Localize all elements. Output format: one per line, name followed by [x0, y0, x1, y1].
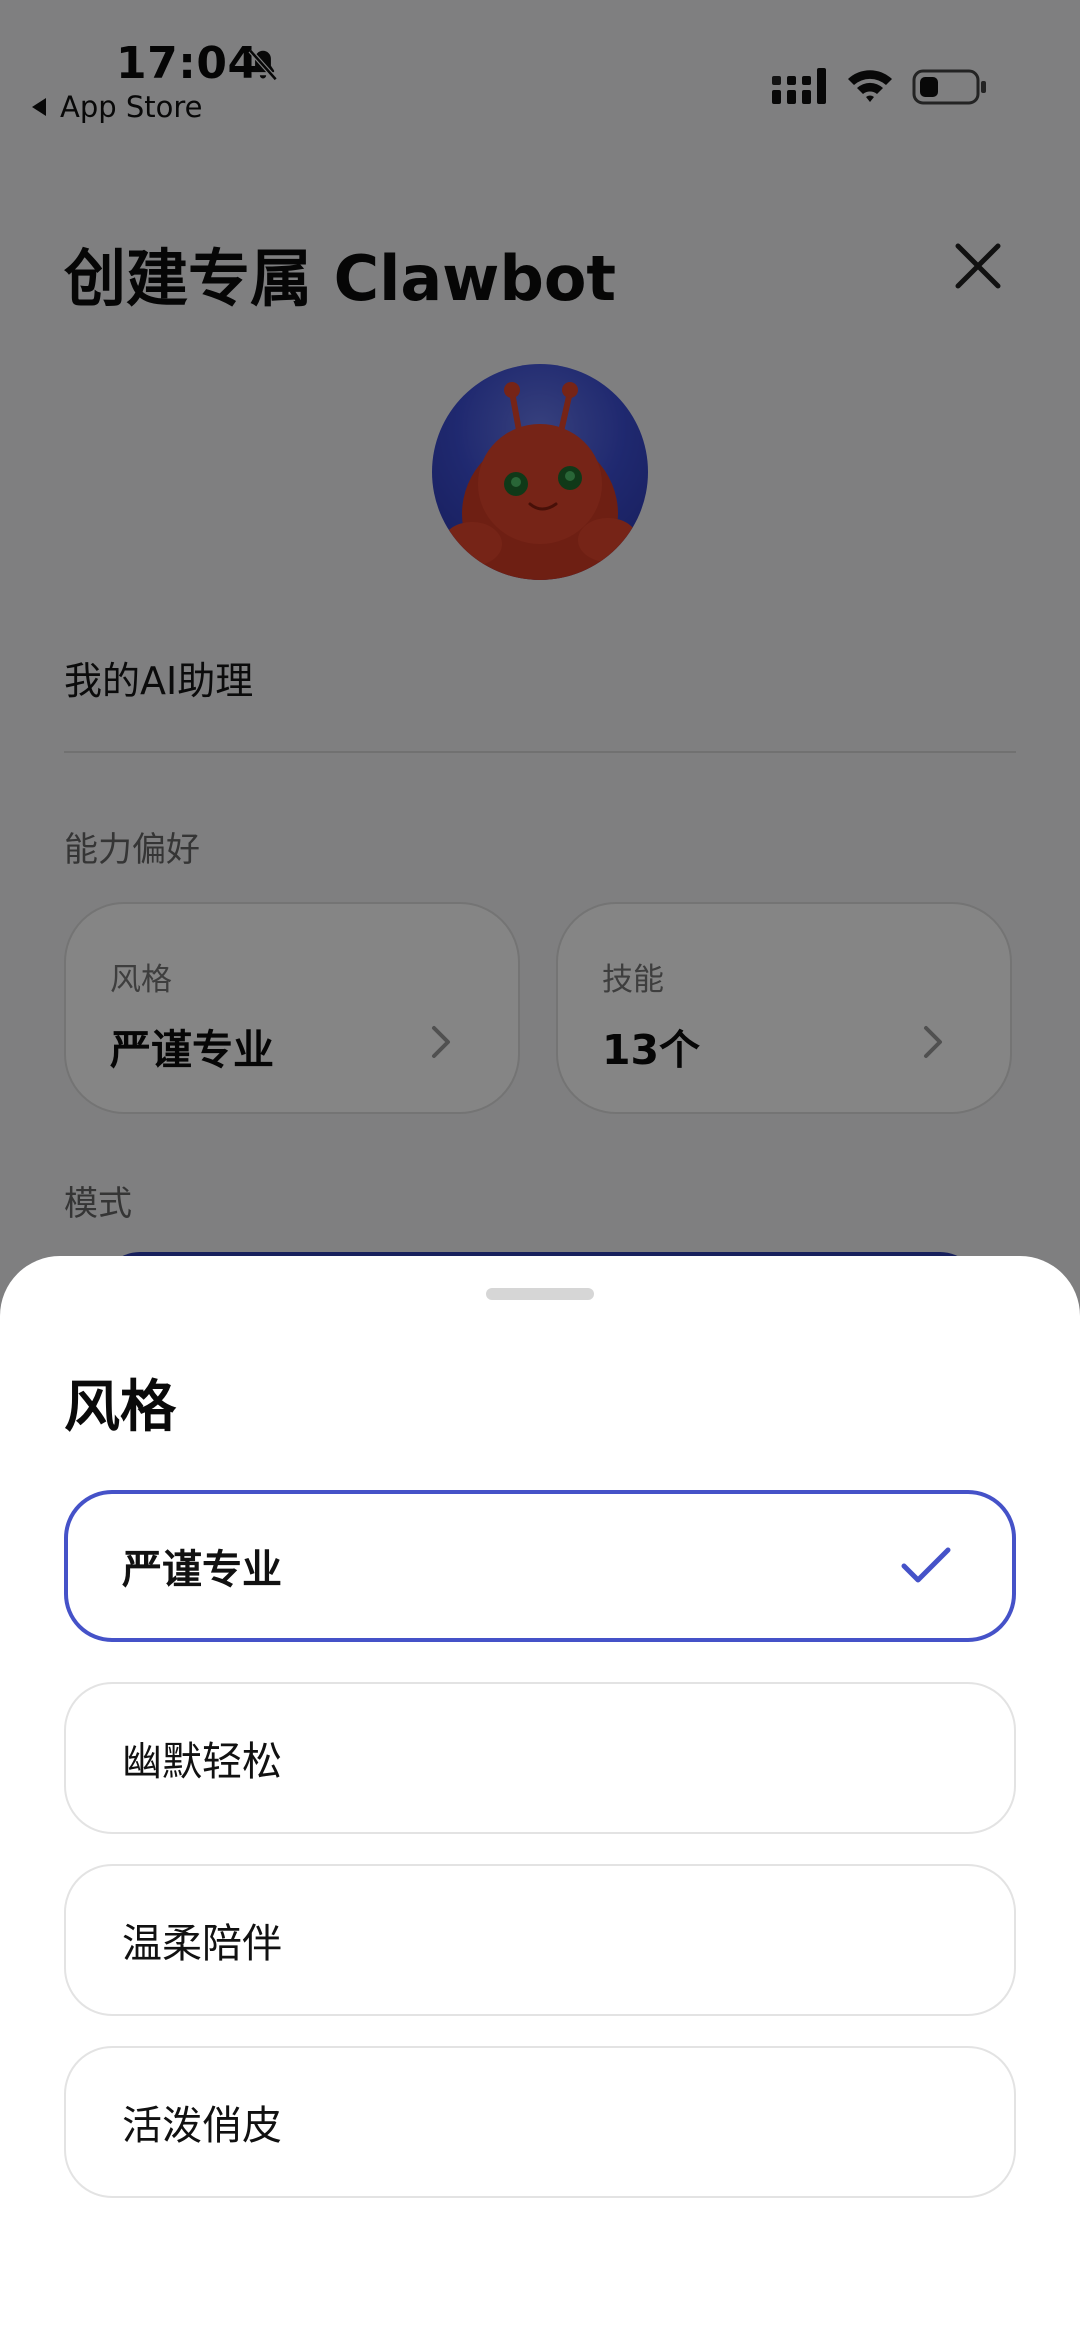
- style-bottom-sheet: 风格 严谨专业 幽默轻松 温柔陪伴 活泼俏皮: [0, 1256, 1080, 2348]
- style-option-humorous[interactable]: 幽默轻松: [64, 1682, 1016, 1834]
- check-icon: [901, 1547, 951, 1583]
- option-label: 活泼俏皮: [122, 2103, 282, 2149]
- style-option-gentle[interactable]: 温柔陪伴: [64, 1864, 1016, 2016]
- option-label: 幽默轻松: [122, 1739, 282, 1785]
- sheet-title: 风格: [64, 1375, 176, 1440]
- style-option-playful[interactable]: 活泼俏皮: [64, 2046, 1016, 2198]
- sheet-drag-handle[interactable]: [486, 1288, 594, 1300]
- option-label: 严谨专业: [122, 1547, 282, 1593]
- style-option-rigorous[interactable]: 严谨专业: [64, 1490, 1016, 1642]
- option-label: 温柔陪伴: [122, 1921, 282, 1967]
